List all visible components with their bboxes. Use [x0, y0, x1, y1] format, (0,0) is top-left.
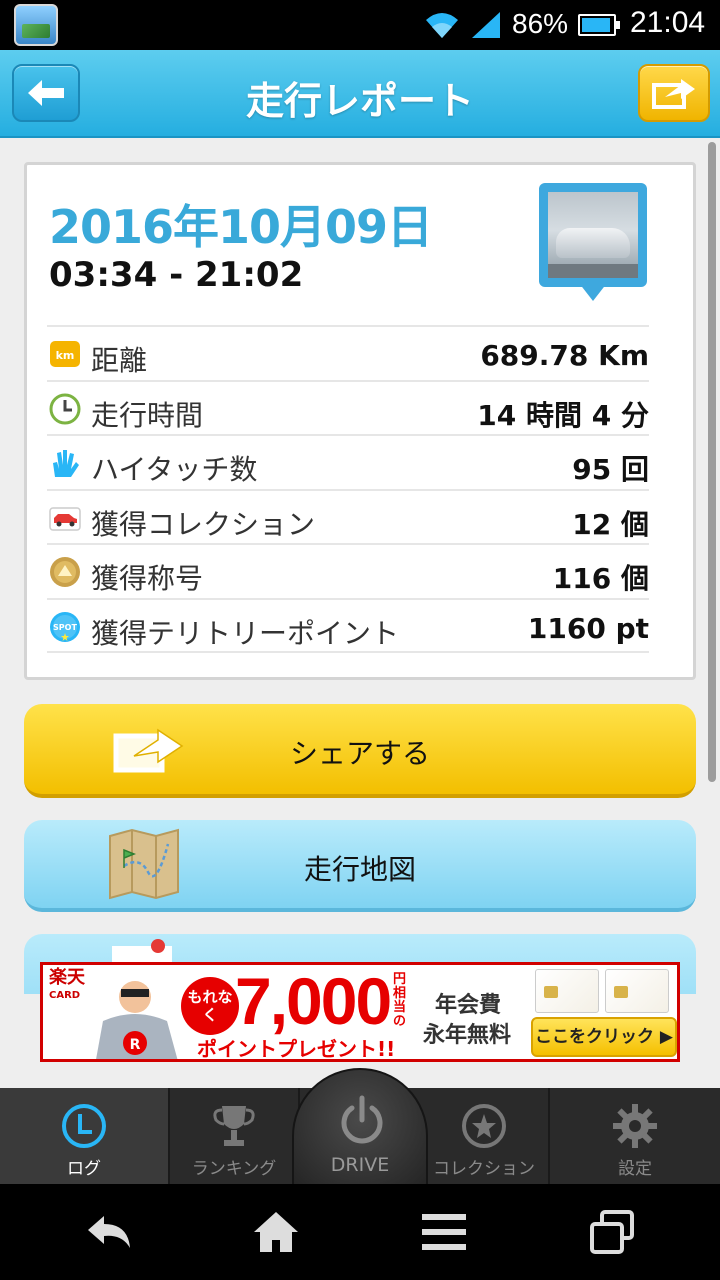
stats-list: km 距離 689.78 Km 走行時間 14 時間 4 分 ハイタッチ数 95… [47, 325, 649, 653]
ad-logo: 楽天 CARD [49, 969, 85, 1005]
stat-label: 獲得コレクション [91, 507, 316, 541]
stat-row-territory: SPOT 獲得テリトリーポイント 1160 pt [47, 597, 649, 653]
battery-icon [578, 14, 620, 36]
stat-row-drive-time: 走行時間 14 時間 4 分 [47, 379, 649, 435]
stat-label: 獲得テリトリーポイント [91, 616, 400, 650]
menu-nav-icon[interactable] [418, 1208, 470, 1256]
pin-tip [579, 283, 607, 301]
ad-badge: もれなく [181, 977, 239, 1035]
stat-row-distance: km 距離 689.78 Km [47, 325, 649, 380]
tab-ranking[interactable]: ランキング [170, 1088, 300, 1184]
car-image [548, 192, 638, 278]
stat-row-collection: 獲得コレクション 12 個 [47, 488, 649, 544]
battery-percent: 86% [512, 8, 569, 39]
stat-label: ハイタッチ数 [91, 453, 258, 487]
gallery-notification-icon [14, 4, 58, 46]
report-card: 2016年10月09日 03:34 - 21:02 km 距離 689.78 K… [24, 162, 696, 680]
ad-subtitle: ポイントプレゼント!! [197, 1037, 396, 1061]
tab-settings-label: 設定 [618, 1159, 652, 1179]
ad-card-image [535, 969, 599, 1013]
ad-logo-sub: CARD [49, 990, 81, 1001]
ad-logo-text: 楽天 [49, 967, 85, 988]
stat-label: 獲得称号 [91, 562, 204, 596]
medal-icon [50, 557, 80, 588]
drive-button-label: DRIVE [330, 1154, 390, 1176]
report-date: 2016年10月09日 [49, 200, 433, 254]
ad-amount: 7,000 [235, 964, 392, 1038]
log-clock-icon [62, 1104, 106, 1148]
share-header-button[interactable] [638, 64, 710, 122]
stat-value: 1160 pt [527, 611, 649, 645]
stat-value: 116 個 [552, 562, 649, 596]
signal-icon [472, 12, 500, 38]
ad-fee-line1: 年会費 [435, 993, 502, 1018]
ad-banner[interactable]: 楽天 CARD R もれなく 7,000 円相当の ポイントプレゼント!! 年会… [40, 962, 680, 1062]
status-bar: 86% 21:04 [0, 0, 720, 50]
stat-value: 95 回 [572, 453, 649, 487]
stat-value: 689.78 Km [480, 339, 649, 372]
spot-icon-text: SPOT [53, 623, 77, 632]
ad-card-images [535, 969, 671, 1015]
wifi-icon [426, 13, 458, 38]
share-button-label: シェアする [289, 737, 430, 770]
tab-collection[interactable]: コレクション [420, 1088, 550, 1184]
system-nav-bar [0, 1184, 720, 1280]
gear-icon [613, 1104, 657, 1148]
recent-apps-nav-icon[interactable] [586, 1208, 638, 1256]
share-button[interactable]: シェアする [24, 704, 696, 798]
car-photo-pin[interactable] [539, 183, 647, 313]
svg-text:R: R [130, 1037, 141, 1053]
report-time-range: 03:34 - 21:02 [49, 255, 304, 295]
tab-ranking-label: ランキング [191, 1159, 277, 1179]
stat-value: 14 時間 4 分 [477, 398, 649, 432]
trophy-icon [213, 1106, 255, 1146]
stat-label: 走行時間 [91, 398, 204, 432]
clock-icon [49, 393, 81, 425]
ad-card-image [605, 969, 669, 1013]
stat-row-titles: 獲得称号 116 個 [47, 543, 649, 598]
scrollbar[interactable] [708, 142, 716, 782]
stat-label: 距離 [91, 344, 148, 377]
tab-log-label: ログ [67, 1159, 101, 1179]
share-icon [652, 79, 695, 109]
ad-cta-button[interactable]: ここをクリック ▶ [531, 1017, 677, 1057]
drive-map-button-label: 走行地図 [303, 853, 416, 886]
km-icon: km [50, 341, 80, 367]
tab-log[interactable]: ログ [0, 1088, 170, 1184]
power-icon [341, 1095, 383, 1144]
clock: 21:04 [630, 6, 706, 39]
tab-settings[interactable]: 設定 [550, 1088, 720, 1184]
stat-row-hi-five: ハイタッチ数 95 回 [47, 434, 649, 489]
ad-mascot-image: R [96, 981, 178, 1059]
tab-collection-label: コレクション [433, 1159, 535, 1179]
home-nav-icon[interactable] [250, 1208, 302, 1256]
km-icon-text: km [56, 349, 75, 362]
stat-value: 12 個 [572, 507, 649, 541]
spot-icon: SPOT [50, 611, 80, 642]
page-title: 走行レポート [245, 79, 474, 123]
star-circle-icon [462, 1104, 506, 1148]
ad-fee-line2: 永年無料 [423, 1023, 512, 1048]
back-nav-icon[interactable] [84, 1208, 136, 1256]
car-icon [49, 507, 81, 531]
car-photo [539, 183, 647, 287]
hi-five-icon [53, 450, 79, 478]
drive-button[interactable]: DRIVE [292, 1068, 428, 1196]
app-header: 走行レポート [0, 50, 720, 138]
drive-map-button[interactable]: 走行地図 [24, 820, 696, 912]
ad-unit: 円相当の [393, 972, 407, 1029]
